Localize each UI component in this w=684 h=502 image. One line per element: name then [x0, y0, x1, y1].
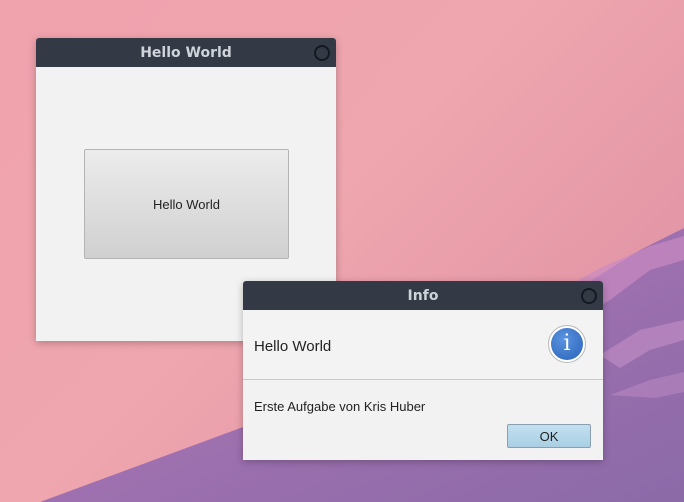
dialog-header-text: Hello World	[254, 338, 332, 355]
info-dialog: Info Hello World i Erste Aufgabe von Kri…	[243, 281, 603, 460]
info-icon: i	[548, 325, 586, 363]
info-dialog-title: Info	[407, 287, 439, 304]
hello-world-button[interactable]: Hello World	[84, 149, 289, 259]
close-icon[interactable]	[581, 288, 597, 304]
ok-button-label: OK	[539, 428, 559, 444]
info-dialog-titlebar[interactable]: Info	[243, 281, 603, 310]
main-window-title: Hello World	[140, 44, 232, 61]
dialog-content-text: Erste Aufgabe von Kris Huber	[254, 399, 426, 414]
main-window-titlebar[interactable]: Hello World	[36, 38, 336, 67]
hello-world-button-label: Hello World	[153, 196, 220, 212]
dialog-header: Hello World i	[243, 310, 603, 380]
ok-button[interactable]: OK	[507, 424, 591, 448]
close-icon[interactable]	[314, 45, 330, 61]
